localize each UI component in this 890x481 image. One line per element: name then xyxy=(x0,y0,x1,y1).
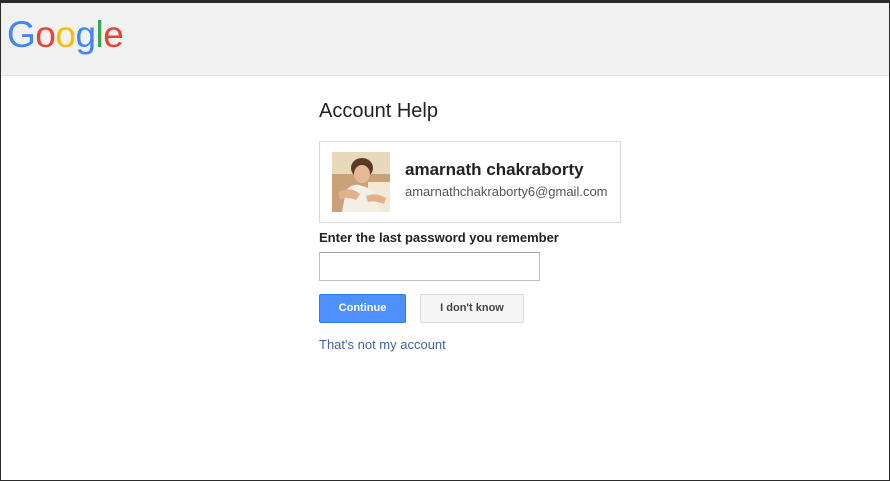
logo-letter: G xyxy=(7,14,36,55)
profile-photo-icon xyxy=(332,152,390,212)
continue-button[interactable]: Continue xyxy=(319,294,406,323)
password-label: Enter the last password you remember xyxy=(319,230,559,245)
logo-letter: e xyxy=(103,14,124,55)
logo-letter: g xyxy=(75,14,96,55)
account-help-panel: Account Help amarnath chakraborty amarna… xyxy=(319,97,629,352)
header-bar: Google xyxy=(1,3,889,76)
password-input[interactable] xyxy=(319,252,540,281)
not-my-account-link[interactable]: That's not my account xyxy=(319,337,446,352)
avatar xyxy=(332,152,390,212)
page-title: Account Help xyxy=(319,100,438,122)
dont-know-button[interactable]: I don't know xyxy=(420,294,524,323)
account-name: amarnath chakraborty xyxy=(405,160,584,179)
google-logo[interactable]: Google xyxy=(7,13,124,57)
logo-letter: o xyxy=(35,14,56,55)
logo-letter: o xyxy=(55,14,76,55)
logo-letter: l xyxy=(95,14,104,55)
account-card: amarnath chakraborty amarnathchakraborty… xyxy=(319,141,621,223)
account-email: amarnathchakraborty6@gmail.com xyxy=(405,184,608,199)
